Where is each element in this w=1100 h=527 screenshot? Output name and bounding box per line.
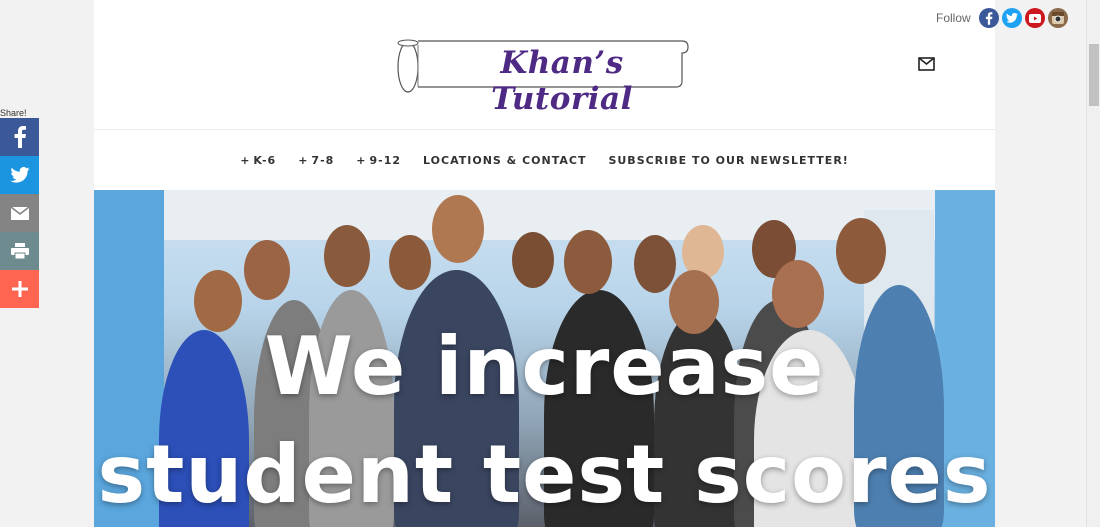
nav-plus: + bbox=[298, 153, 309, 167]
share-facebook-button[interactable] bbox=[0, 118, 39, 156]
nav-item-9-12[interactable]: +9-12 bbox=[356, 154, 401, 167]
follow-facebook-button[interactable] bbox=[978, 8, 999, 28]
nav-label: 9-12 bbox=[369, 153, 402, 167]
photo-head bbox=[836, 218, 886, 284]
facebook-icon bbox=[14, 126, 26, 148]
photo-head bbox=[772, 260, 824, 328]
photo-head bbox=[634, 235, 676, 293]
youtube-icon bbox=[1028, 13, 1041, 23]
photo-head bbox=[512, 232, 554, 288]
follow-instagram-button[interactable] bbox=[1047, 8, 1068, 28]
instagram-icon bbox=[1051, 12, 1064, 24]
logo-text: Khan’s Tutorial bbox=[491, 45, 633, 117]
hero-banner: We increase student test scores bbox=[94, 190, 995, 527]
nav-item-locations-contact[interactable]: LOCATIONS & CONTACT bbox=[423, 154, 586, 167]
twitter-icon bbox=[9, 167, 30, 183]
main-navigation: + K-6 +7-8 +9-12 LOCATIONS & CONTACT SUBS… bbox=[94, 130, 995, 190]
follow-twitter-button[interactable] bbox=[1001, 8, 1022, 28]
share-more-button[interactable] bbox=[0, 270, 39, 308]
share-label: Share! bbox=[0, 108, 27, 118]
nav-item-subscribe[interactable]: SUBSCRIBE TO OUR NEWSLETTER! bbox=[608, 154, 848, 167]
follow-bar: Follow bbox=[936, 8, 1071, 28]
follow-youtube-button[interactable] bbox=[1024, 8, 1045, 28]
site-logo[interactable]: Khan’s Tutorial bbox=[396, 33, 690, 117]
scrollbar-thumb[interactable] bbox=[1089, 44, 1099, 106]
share-twitter-button[interactable] bbox=[0, 156, 39, 194]
photo-head bbox=[324, 225, 370, 287]
twitter-icon bbox=[1005, 13, 1018, 23]
mail-icon[interactable] bbox=[918, 57, 935, 71]
email-icon bbox=[10, 206, 29, 220]
nav-label: SUBSCRIBE TO OUR NEWSLETTER! bbox=[608, 153, 849, 167]
page-scrollbar[interactable] bbox=[1086, 0, 1100, 527]
hero-headline-line1: We increase bbox=[264, 320, 825, 413]
hero-background-ceiling bbox=[164, 190, 935, 240]
follow-label: Follow bbox=[936, 11, 971, 25]
nav-plus: + bbox=[356, 153, 367, 167]
plus-icon bbox=[11, 281, 28, 297]
facebook-icon bbox=[985, 11, 993, 25]
nav-label: K-6 bbox=[253, 153, 277, 167]
nav-item-7-8[interactable]: +7-8 bbox=[298, 154, 334, 167]
share-email-button[interactable] bbox=[0, 194, 39, 232]
nav-label: 7-8 bbox=[311, 153, 335, 167]
nav-plus: + bbox=[240, 153, 251, 167]
nav-label: LOCATIONS & CONTACT bbox=[423, 153, 587, 167]
share-print-button[interactable] bbox=[0, 232, 39, 270]
nav-item-k6[interactable]: + K-6 bbox=[240, 154, 276, 167]
photo-head bbox=[564, 230, 612, 294]
photo-head bbox=[432, 195, 484, 263]
photo-head bbox=[389, 235, 431, 290]
site-header: Khan’s Tutorial bbox=[94, 0, 995, 130]
photo-head bbox=[244, 240, 290, 300]
hero-headline-line2: student test scores bbox=[97, 428, 992, 521]
print-icon bbox=[10, 243, 29, 259]
page-container: Khan’s Tutorial + K-6 +7-8 +9-12 LOCATION… bbox=[94, 0, 995, 527]
